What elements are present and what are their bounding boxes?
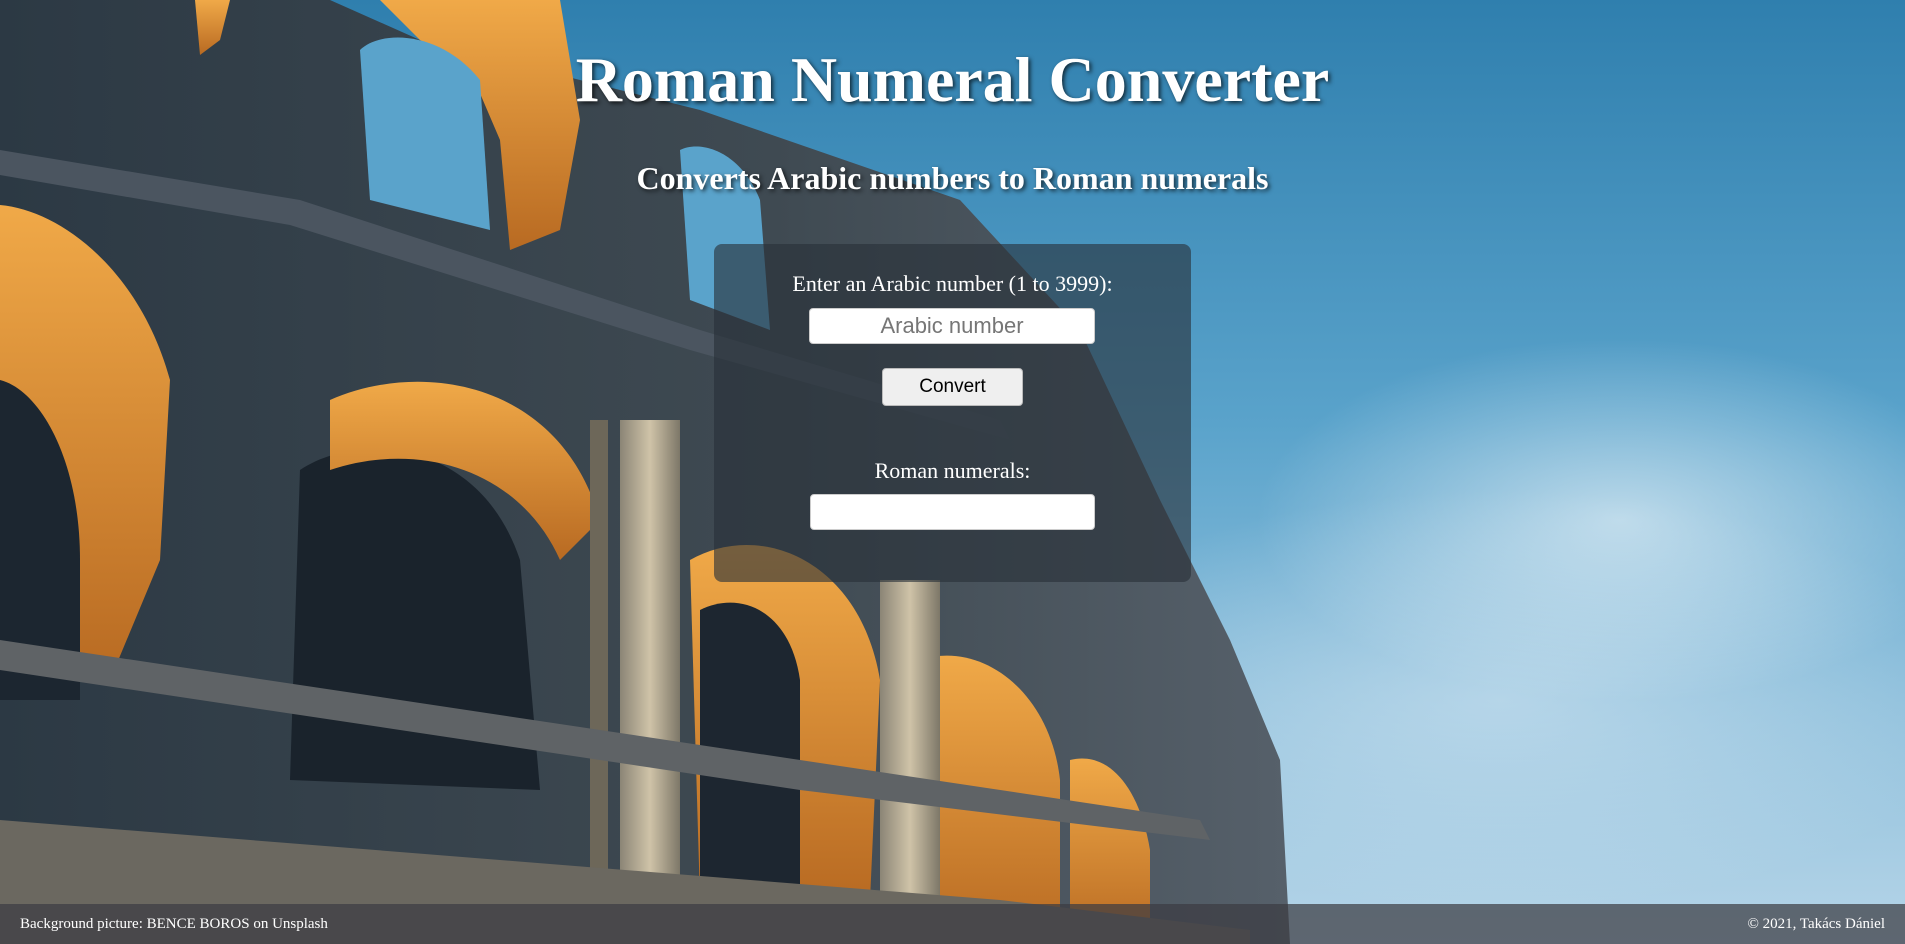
page-subtitle: Converts Arabic numbers to Roman numeral… (636, 160, 1269, 196)
convert-button[interactable]: Convert (882, 368, 1023, 406)
page-title: Roman Numeral Converter (575, 44, 1330, 115)
converter-panel: Enter an Arabic number (1 to 3999): Conv… (714, 244, 1191, 582)
roman-output-label: Roman numerals: (874, 458, 1031, 483)
arabic-number-input[interactable] (809, 308, 1095, 344)
roman-numerals-output (810, 494, 1095, 530)
arabic-input-label: Enter an Arabic number (1 to 3999): (792, 271, 1113, 296)
background-credit: Background picture: BENCE BOROS on Unspl… (20, 916, 328, 932)
footer: Background picture: BENCE BOROS on Unspl… (0, 904, 1905, 944)
copyright-notice: © 2021, Takács Dániel (1747, 916, 1885, 932)
